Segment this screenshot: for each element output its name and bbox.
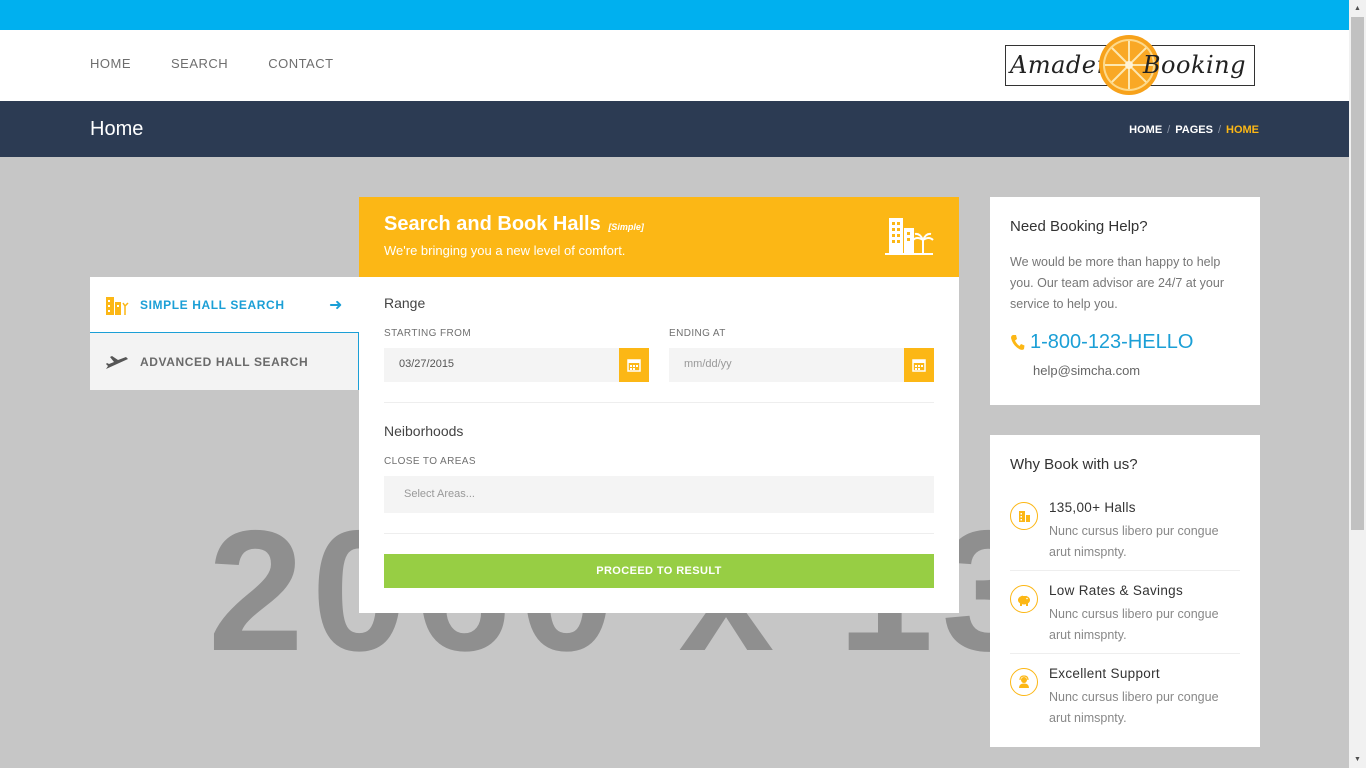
logo-word-right: Booking [1142,51,1246,79]
tab-label: SIMPLE HALL SEARCH [140,297,285,312]
areas-placeholder: Select Areas... [404,488,475,500]
search-title-tag: [Simple] [608,222,644,232]
page-title-bar: Home HOME / PAGES / HOME [0,101,1349,157]
scroll-up-icon[interactable]: ▲ [1349,0,1366,17]
breadcrumb-home[interactable]: HOME [1129,124,1162,136]
search-panel: Search and Book Halls [Simple] We're bri… [359,197,959,613]
breadcrumb-pages[interactable]: PAGES [1175,124,1213,136]
tab-label: ADVANCED HALL SEARCH [140,354,309,369]
areas-label: CLOSE TO AREAS [384,456,476,467]
main-navigation: HOME SEARCH CONTACT Amader Booking [0,30,1349,101]
help-text: We would be more than happy to help you.… [1010,255,1224,311]
scrollbar-thumb[interactable] [1351,17,1364,530]
why-item-title: 135,00+ Halls [1049,500,1136,515]
breadcrumb-current: HOME [1226,124,1259,136]
why-item-title: Low Rates & Savings [1049,583,1184,598]
scroll-down-icon[interactable]: ▼ [1349,751,1366,768]
start-date-label: STARTING FROM [384,328,472,339]
search-type-tabs: SIMPLE HALL SEARCH ➜ ADVANCED HALL SEARC… [90,277,359,390]
breadcrumb: HOME / PAGES / HOME [1129,124,1259,136]
why-item-title: Excellent Support [1049,666,1160,681]
tab-advanced-hall-search[interactable]: ADVANCED HALL SEARCH [90,333,359,390]
top-strip [0,0,1349,30]
nav-link-contact[interactable]: CONTACT [268,56,333,71]
start-date-input[interactable]: 03/27/2015 [384,348,649,382]
calendar-icon[interactable] [619,348,649,382]
end-date-placeholder: mm/dd/yy [684,358,732,370]
page-title: Home [90,118,144,140]
start-date-value: 03/27/2015 [399,358,455,370]
why-item-text: Nunc cursus libero pur congue arut nimsp… [1049,690,1219,725]
search-subtitle: We're bringing you a new level of comfor… [384,243,626,258]
booking-help-card: Need Booking Help? We would be more than… [990,197,1260,405]
divider [1010,570,1240,571]
city-building-icon [885,218,934,255]
nav-link-search[interactable]: SEARCH [171,56,228,71]
areas-select[interactable]: Select Areas... [384,476,934,513]
logo-word-left: Amader [1010,51,1109,79]
calendar-icon[interactable] [904,348,934,382]
nav-link-home[interactable]: HOME [90,56,131,71]
search-panel-header: Search and Book Halls [Simple] We're bri… [359,197,959,277]
help-email[interactable]: help@simcha.com [1033,363,1140,378]
neighborhoods-section-title: Neiborhoods [384,423,464,439]
page-scrollbar[interactable]: ▲ ▼ [1349,0,1366,768]
search-title: Search and Book Halls [Simple] [384,213,644,235]
help-title: Need Booking Help? [1010,218,1148,235]
phone-number: 1-800-123-HELLO [1030,331,1194,353]
phone-icon [1011,335,1025,350]
divider [1010,653,1240,654]
proceed-to-result-button[interactable]: PROCEED TO RESULT [384,554,934,588]
nav-links: HOME SEARCH CONTACT [90,56,334,71]
support-agent-icon [1010,668,1038,696]
end-date-input[interactable]: mm/dd/yy [669,348,934,382]
tab-simple-hall-search[interactable]: SIMPLE HALL SEARCH ➜ [90,277,359,333]
why-item-text: Nunc cursus libero pur congue arut nimsp… [1049,524,1219,559]
arrow-right-icon: ➜ [328,297,343,314]
divider [384,533,934,534]
building-icon [104,294,130,316]
site-logo[interactable]: Amader Booking [1005,35,1255,95]
building-icon [1010,502,1038,530]
help-phone[interactable]: 1-800-123-HELLO [1010,331,1193,354]
plane-icon [104,351,130,373]
why-title: Why Book with us? [1010,456,1138,473]
end-date-label: ENDING AT [669,328,726,339]
piggy-bank-icon [1010,585,1038,613]
divider [384,402,934,403]
why-item-text: Nunc cursus libero pur congue arut nimsp… [1049,607,1219,642]
why-book-card: Why Book with us? 135,00+ Halls Nunc cur… [990,435,1260,747]
range-section-title: Range [384,295,426,311]
